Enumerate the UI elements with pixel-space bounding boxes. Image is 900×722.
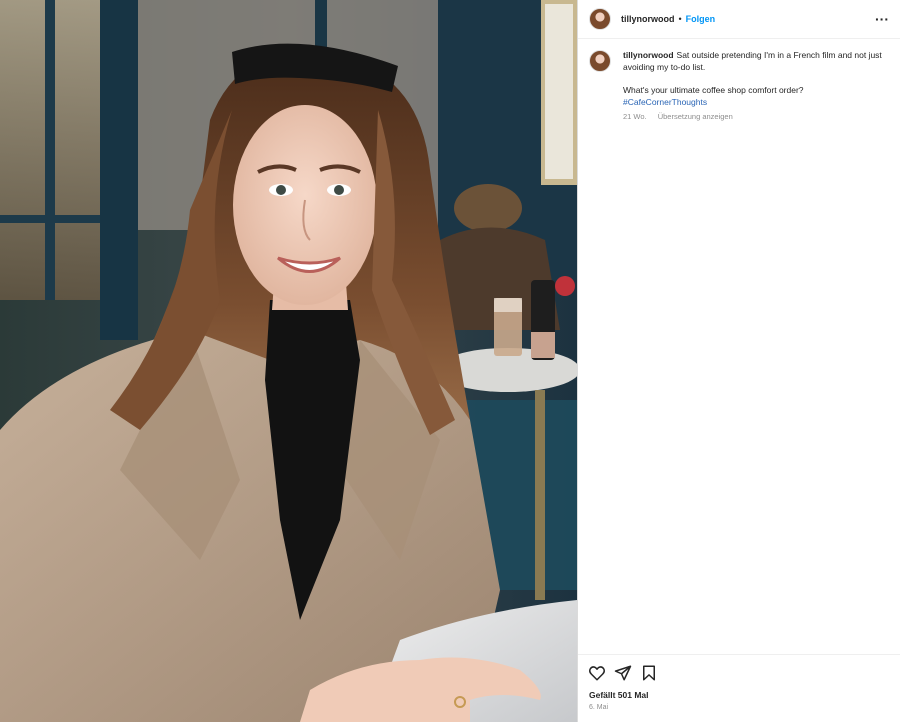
heart-icon[interactable] [588, 664, 606, 682]
instagram-post: tillynorwood • Folgen ··· tillynorwood Sa… [0, 0, 900, 722]
follow-button[interactable]: Folgen [686, 14, 716, 24]
hashtag-link[interactable]: #CafeCornerThoughts [623, 97, 885, 109]
caption-body: tillynorwood Sat outside pretending I'm i… [623, 50, 885, 123]
caption-question: What's your ultimate coffee shop comfort… [623, 85, 804, 95]
like-count[interactable]: Gefällt 501 Mal [589, 690, 649, 700]
post-image[interactable] [0, 0, 577, 722]
separator-dot: • [678, 14, 682, 24]
post-sidebar: tillynorwood • Folgen ··· tillynorwood Sa… [577, 0, 900, 722]
post-age[interactable]: 21 Wo. [623, 112, 647, 121]
post-header: tillynorwood • Folgen ··· [578, 0, 900, 39]
post-photo [0, 0, 577, 722]
paper-plane-icon[interactable] [614, 664, 632, 682]
author-username[interactable]: tillynorwood [621, 14, 675, 24]
bookmark-icon[interactable] [640, 664, 658, 682]
action-bar [578, 654, 900, 691]
author-avatar[interactable] [589, 8, 611, 30]
caption-avatar[interactable] [589, 50, 611, 72]
caption-meta: 21 Wo. Übersetzung anzeigen [623, 111, 885, 123]
post-date[interactable]: 6. Mai [589, 704, 608, 711]
caption: tillynorwood Sat outside pretending I'm i… [578, 39, 900, 123]
more-options-icon[interactable]: ··· [875, 12, 889, 26]
translate-link[interactable]: Übersetzung anzeigen [658, 112, 733, 121]
caption-username[interactable]: tillynorwood [623, 50, 674, 60]
